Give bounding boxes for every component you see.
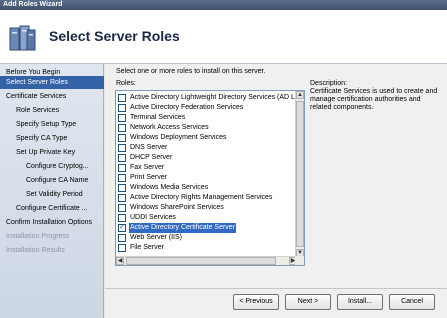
- role-label: Active Directory Certificate Server: [129, 223, 237, 233]
- role-item[interactable]: Print Server: [118, 173, 298, 183]
- role-label: Network Access Services: [130, 124, 209, 131]
- role-checkbox[interactable]: [118, 104, 126, 112]
- role-label: UDDI Services: [130, 214, 176, 221]
- role-checkbox[interactable]: [118, 94, 126, 102]
- roles-listbox[interactable]: Active Directory Lightweight Directory S…: [115, 90, 305, 266]
- nav-configure-ca-name[interactable]: Configure CA Name: [0, 174, 104, 187]
- role-label: Fax Server: [130, 164, 165, 171]
- window-title: Add Roles Wizard: [3, 1, 63, 8]
- scroll-up-icon[interactable]: ▲: [296, 91, 304, 99]
- role-label: Terminal Services: [130, 114, 186, 121]
- footer-divider: [105, 288, 447, 289]
- role-checkbox[interactable]: [118, 164, 126, 172]
- role-checkbox[interactable]: [118, 124, 126, 132]
- horizontal-scrollbar[interactable]: ◀ ▶: [116, 256, 297, 265]
- role-checkbox[interactable]: [118, 194, 126, 202]
- role-item[interactable]: Fax Server: [118, 163, 298, 173]
- nav-installation-progress: Installation Progress: [6, 233, 70, 240]
- next-button[interactable]: Next >: [285, 294, 331, 310]
- nav-configure-cryptography[interactable]: Configure Cryptog...: [0, 160, 104, 173]
- role-item[interactable]: Web Server (IIS): [118, 233, 298, 243]
- role-label: Print Server: [130, 174, 167, 181]
- roles-label: Roles:: [116, 80, 136, 87]
- previous-button[interactable]: < Previous: [233, 294, 279, 310]
- install-button[interactable]: Install...: [337, 294, 383, 310]
- role-item[interactable]: Active Directory Lightweight Directory S…: [118, 93, 298, 103]
- description-text: Certificate Services is used to create a…: [310, 88, 438, 111]
- role-checkbox[interactable]: [118, 214, 126, 222]
- role-label: Web Server (IIS): [130, 234, 182, 241]
- server-roles-icon: [9, 25, 36, 51]
- role-item[interactable]: Active Directory Rights Management Servi…: [118, 193, 298, 203]
- nav-specify-ca-type[interactable]: Specify CA Type: [0, 132, 104, 145]
- description-heading: Description:: [310, 80, 347, 87]
- role-checkbox[interactable]: [118, 114, 126, 122]
- role-item[interactable]: File Server: [118, 243, 298, 253]
- wizard-steps-sidebar: Before You Begin Select Server Roles Cer…: [0, 64, 104, 318]
- role-checkbox[interactable]: [118, 234, 126, 242]
- role-label: File Server: [130, 244, 164, 251]
- role-item[interactable]: Windows SharePoint Services: [118, 203, 298, 213]
- nav-confirm-installation-options[interactable]: Confirm Installation Options: [0, 216, 104, 229]
- nav-role-services[interactable]: Role Services: [0, 104, 104, 117]
- nav-set-up-private-key[interactable]: Set Up Private Key: [0, 146, 104, 159]
- role-item[interactable]: UDDI Services: [118, 213, 298, 223]
- description-panel: Description: Certificate Services is use…: [310, 80, 440, 112]
- scroll-thumb-horizontal[interactable]: [126, 257, 276, 265]
- role-item[interactable]: Windows Deployment Services: [118, 133, 298, 143]
- role-item[interactable]: Active Directory Federation Services: [118, 103, 298, 113]
- scrollbar-corner: [295, 256, 304, 265]
- role-label: Active Directory Federation Services: [130, 104, 244, 111]
- role-item-selected[interactable]: ✓ Active Directory Certificate Server: [118, 223, 298, 233]
- role-item[interactable]: DHCP Server: [118, 153, 298, 163]
- role-item[interactable]: Network Access Services: [118, 123, 298, 133]
- wizard-header: Select Server Roles: [0, 10, 447, 64]
- nav-certificate-services[interactable]: Certificate Services: [0, 90, 104, 103]
- role-label: Windows Media Services: [130, 184, 209, 191]
- role-checkbox[interactable]: [118, 174, 126, 182]
- vertical-scrollbar[interactable]: ▲ ▼: [295, 91, 304, 257]
- page-title: Select Server Roles: [49, 28, 180, 44]
- nav-select-server-roles[interactable]: Select Server Roles: [0, 76, 104, 89]
- role-item[interactable]: Windows Media Services: [118, 183, 298, 193]
- role-item[interactable]: Terminal Services: [118, 113, 298, 123]
- role-item[interactable]: DNS Server: [118, 143, 298, 153]
- title-bar: Add Roles Wizard: [0, 0, 447, 10]
- role-label: Windows SharePoint Services: [130, 204, 224, 211]
- main-content: Select one or more roles to install on t…: [105, 64, 447, 318]
- nav-installation-results: Installation Results: [6, 247, 65, 254]
- role-label: Windows Deployment Services: [130, 134, 227, 141]
- role-checkbox[interactable]: [118, 154, 126, 162]
- role-checkbox[interactable]: [118, 184, 126, 192]
- role-label: DHCP Server: [130, 154, 173, 161]
- nav-set-validity-period[interactable]: Set Validity Period: [0, 188, 104, 201]
- nav-specify-setup-type[interactable]: Specify Setup Type: [0, 118, 104, 131]
- role-checkbox[interactable]: [118, 204, 126, 212]
- scroll-left-icon[interactable]: ◀: [116, 257, 124, 265]
- nav-configure-certificate[interactable]: Configure Certificate ...: [0, 202, 104, 215]
- role-checkbox[interactable]: [118, 244, 126, 252]
- role-label: Active Directory Lightweight Directory S…: [130, 94, 297, 101]
- role-label: DNS Server: [130, 144, 168, 151]
- cancel-button[interactable]: Cancel: [389, 294, 435, 310]
- scroll-thumb[interactable]: [296, 101, 304, 247]
- role-label: Active Directory Rights Management Servi…: [130, 194, 273, 201]
- instruction-text: Select one or more roles to install on t…: [116, 68, 266, 75]
- role-checkbox[interactable]: [118, 144, 126, 152]
- role-checkbox[interactable]: [118, 134, 126, 142]
- role-checkbox-checked[interactable]: ✓: [118, 224, 126, 232]
